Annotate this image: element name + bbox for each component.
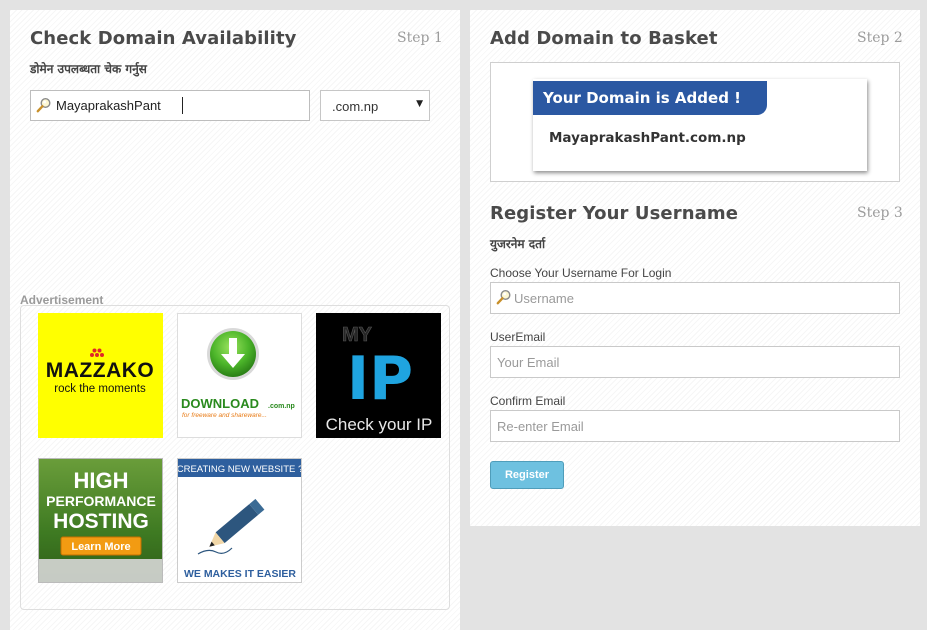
confirm-email-input[interactable]: Re-enter Email bbox=[490, 410, 900, 442]
search-icon bbox=[496, 289, 512, 309]
username-placeholder: Username bbox=[514, 291, 574, 306]
check-domain-subtitle: डोमेन उपलब्धता चेक गर्नुस bbox=[30, 62, 147, 76]
advertisement-legend: Advertisement bbox=[20, 293, 104, 307]
basket-box: Your Domain is Added ! MayaprakashPant.c… bbox=[490, 62, 900, 182]
basket-register-panel: Add Domain to Basket Step 2 Your Domain … bbox=[470, 10, 920, 526]
new-website-tagline: WE MAKES IT EASIER bbox=[184, 568, 296, 580]
mazzako-logo: MAZZAKO rock the moments bbox=[46, 348, 154, 395]
ad-hosting[interactable]: HIGH PERFORMANCE HOSTING Learn More bbox=[38, 458, 163, 583]
register-button[interactable]: Register bbox=[490, 461, 564, 489]
download-title: DOWNLOAD bbox=[181, 396, 259, 411]
ad-new-website[interactable]: CREATING NEW WEBSITE ? WE MAKES IT EASIE… bbox=[177, 458, 302, 583]
myip-my: MY bbox=[342, 324, 373, 346]
pencil-icon bbox=[209, 498, 265, 547]
ad-download[interactable]: DOWNLOAD .com.np for freeware and sharew… bbox=[177, 313, 302, 438]
ad-myip[interactable]: MY IP Check your IP bbox=[316, 313, 441, 438]
domain-added-banner: Your Domain is Added ! bbox=[533, 81, 767, 115]
download-tld: .com.np bbox=[268, 403, 295, 410]
register-username-title: Register Your Username bbox=[490, 203, 739, 224]
domain-search-value: MayaprakashPant bbox=[56, 98, 161, 113]
add-basket-title: Add Domain to Basket bbox=[490, 28, 718, 49]
mazzako-title: MAZZAKO bbox=[46, 359, 154, 382]
download-logo: DOWNLOAD .com.np for freeware and sharew… bbox=[181, 328, 295, 419]
register-username-subtitle: युजरनेम दर्ता bbox=[490, 237, 546, 251]
myip-ip: IP bbox=[347, 344, 413, 414]
user-email-label: UserEmail bbox=[490, 330, 546, 344]
tld-selected-value: .com.np bbox=[332, 99, 379, 114]
myip-logo: MY IP Check your IP bbox=[326, 324, 433, 434]
ad-mazzako[interactable]: MAZZAKO rock the moments bbox=[38, 313, 163, 438]
tld-select[interactable]: .com.np ▼ bbox=[320, 90, 430, 121]
hosting-hosting: HOSTING bbox=[53, 510, 149, 533]
download-tagline: for freeware and shareware... bbox=[182, 412, 267, 419]
domain-search-input[interactable]: MayaprakashPant bbox=[30, 90, 310, 121]
confirm-email-placeholder: Re-enter Email bbox=[497, 419, 584, 434]
check-domain-title: Check Domain Availability bbox=[30, 28, 297, 49]
user-email-placeholder: Your Email bbox=[497, 355, 560, 370]
search-icon bbox=[36, 97, 52, 117]
new-website-question: CREATING NEW WEBSITE ? bbox=[178, 464, 302, 475]
username-input[interactable]: Username bbox=[490, 282, 900, 314]
step-1-label: Step 1 bbox=[397, 30, 443, 46]
hosting-high: HIGH bbox=[74, 468, 129, 493]
text-cursor bbox=[182, 97, 183, 114]
step-2-label: Step 2 bbox=[857, 30, 903, 46]
dropdown-arrow-icon: ▼ bbox=[416, 99, 423, 109]
username-label: Choose Your Username For Login bbox=[490, 266, 672, 280]
check-domain-panel: Check Domain Availability Step 1 डोमेन उ… bbox=[10, 10, 460, 630]
domain-added-card: Your Domain is Added ! MayaprakashPant.c… bbox=[533, 79, 867, 171]
new-website-banner: CREATING NEW WEBSITE ? WE MAKES IT EASIE… bbox=[178, 459, 302, 580]
domain-added-message: Your Domain is Added ! bbox=[543, 89, 741, 107]
hosting-learn-more: Learn More bbox=[71, 541, 130, 553]
step-3-label: Step 3 bbox=[857, 205, 903, 221]
confirm-email-label: Confirm Email bbox=[490, 394, 566, 408]
hosting-banner: HIGH PERFORMANCE HOSTING Learn More bbox=[39, 468, 162, 582]
user-email-input[interactable]: Your Email bbox=[490, 346, 900, 378]
added-domain-name: MayaprakashPant.com.np bbox=[549, 130, 746, 146]
hosting-performance: PERFORMANCE bbox=[46, 493, 156, 509]
myip-tagline: Check your IP bbox=[326, 415, 433, 434]
mazzako-tagline: rock the moments bbox=[54, 383, 146, 395]
